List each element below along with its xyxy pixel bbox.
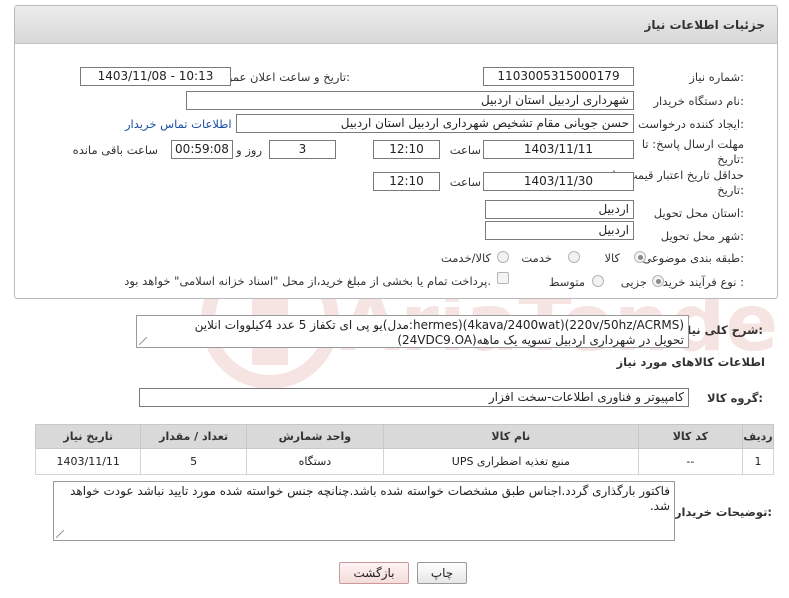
category-label: طبقه بندی موضوعی: — [642, 251, 744, 265]
time-remaining-field: 00:59:08 — [171, 140, 233, 159]
days-remaining-field: 3 — [269, 140, 336, 159]
category-option-goods: کالا — [604, 251, 620, 265]
table-row: 1 -- منبع تغذیه اضطراری UPS دستگاه 5 140… — [34, 448, 774, 475]
panel-header: جزئیات اطلاعات نیاز — [15, 6, 777, 44]
deadline-time-label: ساعت — [449, 143, 481, 157]
buyer-contact-link[interactable]: اطلاعات تماس خریدار — [125, 117, 232, 131]
description-label: شرح کلی نیاز: — [680, 323, 763, 337]
announce-label: تاریخ و ساعت اعلان عمومی: — [211, 70, 350, 84]
creator-field: حسن جویانی مقام تشخیص شهرداری اردبیل است… — [236, 114, 634, 133]
cell-unit: دستگاه — [245, 448, 384, 475]
province-field: اردبیل — [485, 200, 634, 219]
col-header-qty: تعداد / مقدار — [140, 424, 247, 449]
col-header-date: تاریخ نیاز — [34, 424, 142, 449]
col-header-row: ردیف — [742, 424, 774, 449]
purchase-option-medium: متوسط — [548, 275, 585, 289]
cell-date: 1403/11/11 — [34, 448, 142, 475]
deadline-date-field: 1403/11/11 — [483, 140, 634, 159]
need-number-label: شماره نیاز: — [689, 70, 744, 84]
goods-group-label: گروه کالا: — [707, 391, 763, 405]
validity-date-label: تاریخ: — [717, 183, 744, 197]
goods-group-field: کامپیوتر و فناوری اطلاعات-سخت افزار — [139, 388, 689, 407]
purchase-radio-minor[interactable] — [652, 275, 664, 287]
panel-title: جزئیات اطلاعات نیاز — [644, 18, 765, 32]
purchase-radio-medium[interactable] — [592, 275, 604, 287]
resize-grip-icon[interactable] — [139, 337, 147, 345]
category-radio-service[interactable] — [568, 251, 580, 263]
buyer-notes-textarea[interactable]: فاکتور بارگذاری گردد.اجناس طبق مشخصات خو… — [53, 481, 675, 541]
announce-datetime-field: 1403/11/08 - 10:13 — [80, 67, 231, 86]
goods-table-header: ردیف کد کالا نام کالا واحد شمارش تعداد /… — [34, 424, 774, 449]
treasury-payment-checkbox[interactable] — [497, 272, 509, 284]
treasury-payment-note: پرداخت تمام یا بخشی از مبلغ خرید،از محل … — [124, 274, 491, 288]
time-remaining-label: ساعت باقی مانده — [72, 143, 158, 157]
deadline-date-label: تاریخ: — [717, 152, 744, 166]
goods-table: ردیف کد کالا نام کالا واحد شمارش تعداد /… — [34, 424, 774, 475]
description-textarea[interactable]: یو پی ای تکفاز 5 عدد 4کیلووات انلاین(مدل… — [136, 315, 689, 348]
validity-date-field: 1403/11/30 — [483, 172, 634, 191]
col-header-unit: واحد شمارش — [245, 424, 384, 449]
cell-qty: 5 — [140, 448, 247, 475]
purchase-option-minor: جزیی — [620, 275, 647, 289]
category-radio-goods[interactable] — [634, 251, 646, 263]
deadline-time-field: 12:10 — [373, 140, 440, 159]
purchase-type-label: نوع فرآیند خرید : — [662, 275, 744, 289]
col-header-name: نام کالا — [382, 424, 639, 449]
goods-section-title: اطلاعات کالاهای مورد نیاز — [616, 355, 765, 369]
validity-time-field: 12:10 — [373, 172, 440, 191]
days-label: روز و — [236, 143, 262, 157]
buyer-notes-text: فاکتور بارگذاری گردد.اجناس طبق مشخصات خو… — [70, 484, 670, 513]
cell-code: -- — [637, 448, 744, 475]
province-label: استان محل تحویل: — [653, 206, 744, 220]
city-field: اردبیل — [485, 221, 634, 240]
cell-row: 1 — [742, 448, 774, 475]
validity-time-label: ساعت — [449, 175, 481, 189]
description-line-2: (24VDC9.OA)تحویل در شهرداری اردبیل تسویه… — [397, 333, 684, 347]
buyer-notes-label: توضیحات خریدار: — [674, 505, 772, 519]
category-option-service: خدمت — [521, 251, 552, 265]
category-option-goods-service: کالا/خدمت — [440, 251, 491, 265]
deadline-label: مهلت ارسال پاسخ: تا — [641, 137, 744, 151]
cell-name: منبع تغذیه اضطراری UPS — [382, 448, 639, 475]
buyer-org-label: نام دستگاه خریدار: — [653, 94, 744, 108]
category-radio-goods-service[interactable] — [497, 251, 509, 263]
col-header-code: کد کالا — [637, 424, 744, 449]
creator-label: ایجاد کننده درخواست: — [638, 117, 744, 131]
back-button[interactable]: بازگشت — [339, 562, 409, 584]
buyer-org-field: شهرداری اردبیل استان اردبیل — [186, 91, 634, 110]
print-button[interactable]: چاپ — [417, 562, 467, 584]
need-number-field: 1103005315000179 — [483, 67, 634, 86]
city-label: شهر محل تحویل: — [660, 229, 744, 243]
description-line-1: یو پی ای تکفاز 5 عدد 4کیلووات انلاین(مدل… — [194, 318, 684, 332]
resize-grip-icon[interactable] — [56, 530, 64, 538]
